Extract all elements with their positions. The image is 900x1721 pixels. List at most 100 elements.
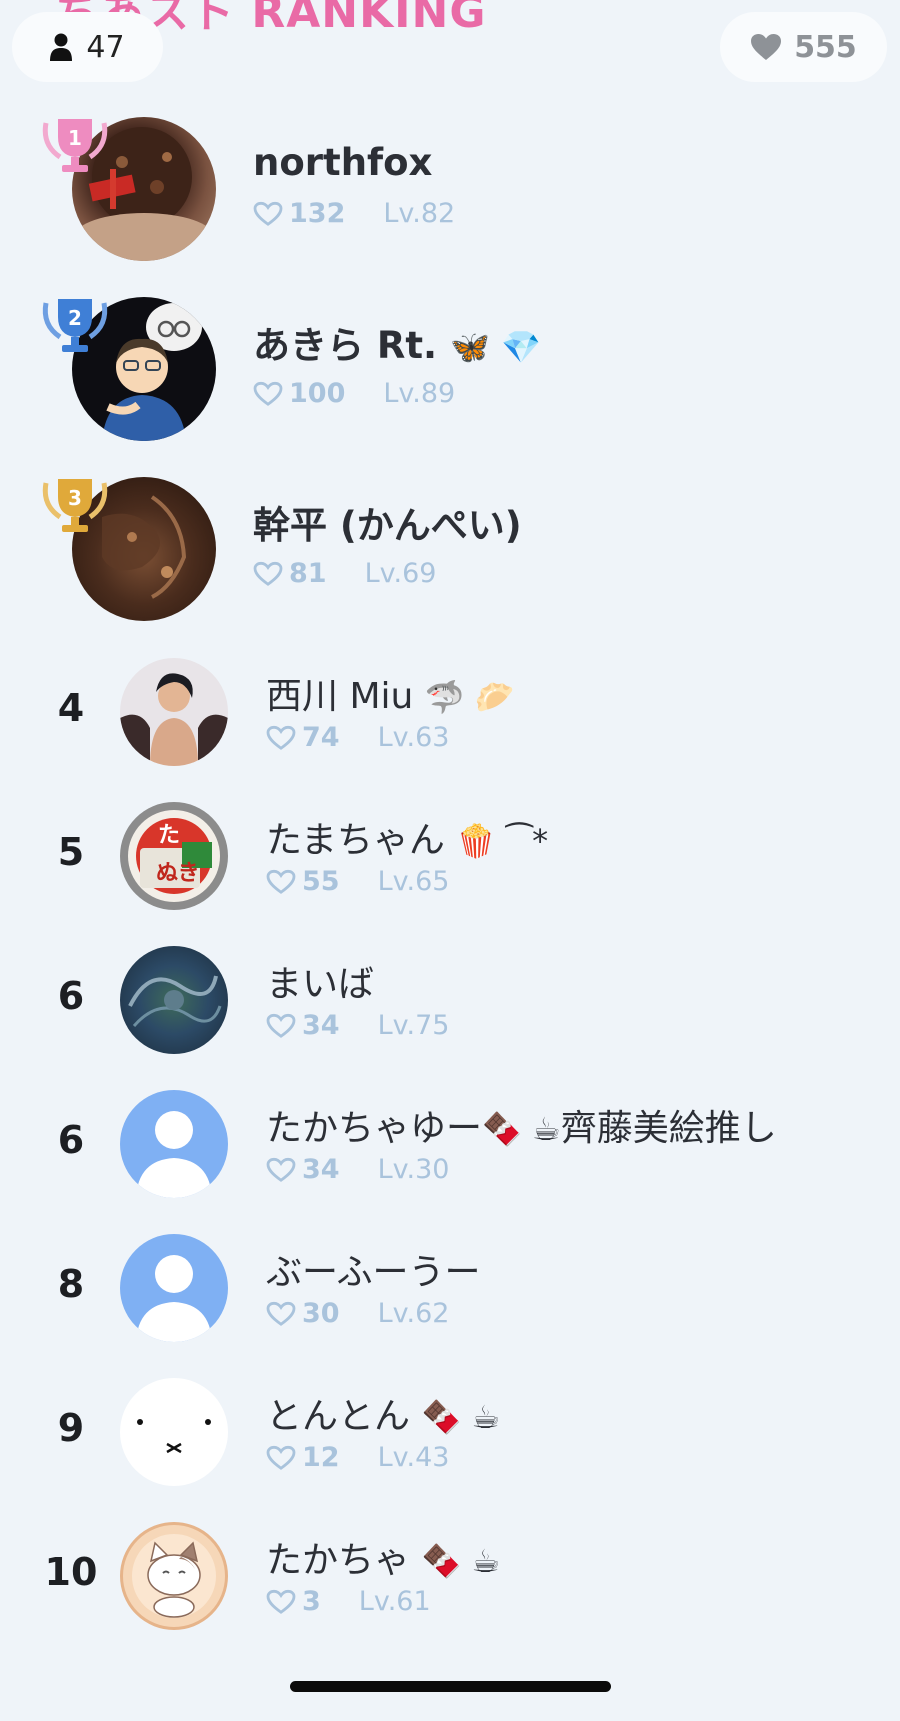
user-avatar[interactable] — [120, 946, 228, 1054]
heart-outline-icon — [266, 725, 296, 750]
home-indicator[interactable] — [290, 1681, 611, 1692]
user-name-emojis: 🦋 💎 — [450, 328, 541, 366]
user-avatar[interactable] — [120, 1522, 228, 1630]
user-name-suffix: 齊藤美絵推し — [560, 1108, 777, 1149]
user-name[interactable]: northfox — [253, 141, 432, 184]
user-name[interactable]: たかちゃゆー🍫 ☕齊藤美絵推し — [266, 1099, 777, 1151]
ranking-row-1[interactable]: 1 northfox 132 Lv.82 — [0, 115, 900, 265]
like-count: 3 — [302, 1586, 321, 1617]
miffy-face-icon — [137, 1419, 211, 1454]
pink-trophy-icon: 1 — [38, 115, 112, 177]
user-avatar[interactable]: た ぬき — [120, 802, 228, 910]
rank-number: 4 — [57, 686, 85, 730]
like-count: 132 — [289, 198, 346, 229]
user-name[interactable]: 西川 Miu 🦈 🥟 — [266, 667, 515, 719]
heart-outline-icon — [266, 1013, 296, 1038]
user-level: Lv.82 — [383, 198, 456, 229]
user-name-text: たまちゃん — [266, 820, 445, 861]
heart-outline-icon — [266, 869, 296, 894]
user-stats: 12 Lv.43 — [266, 1442, 449, 1473]
user-level: Lv.43 — [377, 1442, 450, 1473]
cat-illustration-icon — [132, 1534, 216, 1618]
user-stats: 30 Lv.62 — [266, 1298, 449, 1329]
heart-outline-icon — [266, 1589, 296, 1614]
user-name-text: とんとん — [266, 1396, 411, 1437]
rank-number: 10 — [44, 1550, 98, 1594]
heart-outline-icon — [266, 1157, 296, 1182]
rank-number: 5 — [57, 830, 85, 874]
rank-number: 9 — [57, 1406, 85, 1450]
svg-text:1: 1 — [68, 126, 82, 150]
user-stats: 100 Lv.89 — [253, 378, 455, 409]
blue-trophy-icon: 2 — [38, 295, 112, 357]
user-level: Lv.65 — [377, 866, 450, 897]
user-level: Lv.62 — [377, 1298, 450, 1329]
heart-outline-icon — [253, 561, 283, 586]
user-name-text: あきら Rt. — [253, 324, 438, 367]
like-count: 34 — [302, 1010, 340, 1041]
ranking-row-2[interactable]: 2 あきら Rt. 🦋 💎 100 Lv.89 — [0, 295, 900, 445]
user-stats: 34 Lv.75 — [266, 1010, 449, 1041]
default-user-avatar[interactable] — [120, 1234, 228, 1342]
rank-number: 6 — [57, 1118, 85, 1162]
heart-outline-icon — [253, 381, 283, 406]
ranking-row-6b[interactable]: 6 たかちゃゆー🍫 ☕齊藤美絵推し 34 Lv.30 — [0, 1089, 900, 1199]
svg-text:た: た — [158, 823, 180, 848]
ranking-row-3[interactable]: 3 幹平 (かんぺい) 81 Lv.69 — [0, 475, 900, 625]
noodle-cup-photo: た ぬき — [128, 810, 220, 902]
heart-icon — [751, 34, 782, 60]
person-icon — [50, 33, 73, 61]
heart-outline-icon — [253, 201, 283, 226]
heart-outline-icon — [266, 1445, 296, 1470]
user-stats: 3 Lv.61 — [266, 1586, 431, 1617]
user-name-emojis: 🍫 ☕ — [482, 1110, 561, 1148]
rank-number: 8 — [57, 1262, 85, 1306]
user-avatar[interactable] — [120, 658, 228, 766]
svg-text:ぬき: ぬき — [156, 861, 200, 886]
user-name[interactable]: 幹平 (かんぺい) — [253, 495, 522, 549]
user-count-pill[interactable]: 47 — [12, 12, 163, 82]
ranking-row-5[interactable]: 5 た ぬき たまちゃん 🍿 ⁀* 55 Lv.65 — [0, 801, 900, 911]
ranking-row-8[interactable]: 8 ぶーふーうー 30 Lv.62 — [0, 1233, 900, 1343]
user-name-text: たかちゃ — [266, 1540, 411, 1581]
user-name[interactable]: ぶーふーうー — [266, 1243, 481, 1295]
user-name-text: 西川 Miu — [266, 676, 414, 717]
like-count: 74 — [302, 722, 340, 753]
ranking-row-10[interactable]: 10 たかちゃ 🍫 ☕ 3 Lv.61 — [0, 1521, 900, 1631]
user-name[interactable]: たまちゃん 🍿 ⁀* — [266, 811, 548, 863]
user-name[interactable]: とんとん 🍫 ☕ — [266, 1387, 500, 1439]
default-person-icon — [136, 1111, 212, 1198]
user-name[interactable]: まいば — [266, 955, 374, 1007]
user-level: Lv.61 — [358, 1586, 431, 1617]
total-likes: 555 — [794, 29, 857, 65]
user-stats: 132 Lv.82 — [253, 198, 455, 229]
like-count: 12 — [302, 1442, 340, 1473]
user-name[interactable]: たかちゃ 🍫 ☕ — [266, 1531, 500, 1583]
user-level: Lv.63 — [377, 722, 450, 753]
user-level: Lv.75 — [377, 1010, 450, 1041]
user-name-emojis: 🍫 ☕ — [421, 1542, 501, 1580]
user-level: Lv.30 — [377, 1154, 450, 1185]
user-name-emojis: 🦈 🥟 — [424, 678, 515, 716]
user-name-emojis: 🍿 ⁀* — [456, 822, 549, 860]
svg-text:2: 2 — [68, 306, 82, 330]
ranking-row-4[interactable]: 4 西川 Miu 🦈 🥟 74 Lv.63 — [0, 657, 900, 767]
like-count: 34 — [302, 1154, 340, 1185]
default-person-icon — [136, 1255, 212, 1342]
default-user-avatar[interactable] — [120, 1090, 228, 1198]
user-name[interactable]: あきら Rt. 🦋 💎 — [253, 315, 541, 369]
ranking-row-6a[interactable]: 6 まいば 34 Lv.75 — [0, 945, 900, 1055]
user-level: Lv.69 — [364, 558, 437, 589]
abstract-photo — [128, 975, 222, 1027]
user-avatar[interactable] — [120, 1378, 228, 1486]
like-count: 55 — [302, 866, 340, 897]
gold-trophy-icon: 3 — [38, 475, 112, 537]
user-name-text: たかちゃゆー — [266, 1108, 483, 1149]
ranking-row-9[interactable]: 9 とんとん 🍫 ☕ 12 Lv.43 — [0, 1377, 900, 1487]
user-stats: 81 Lv.69 — [253, 558, 436, 589]
user-level: Lv.89 — [383, 378, 456, 409]
user-name-emojis: 🍫 ☕ — [421, 1398, 501, 1436]
person-photo — [120, 673, 228, 766]
heart-outline-icon — [266, 1301, 296, 1326]
total-likes-pill[interactable]: 555 — [720, 12, 887, 82]
